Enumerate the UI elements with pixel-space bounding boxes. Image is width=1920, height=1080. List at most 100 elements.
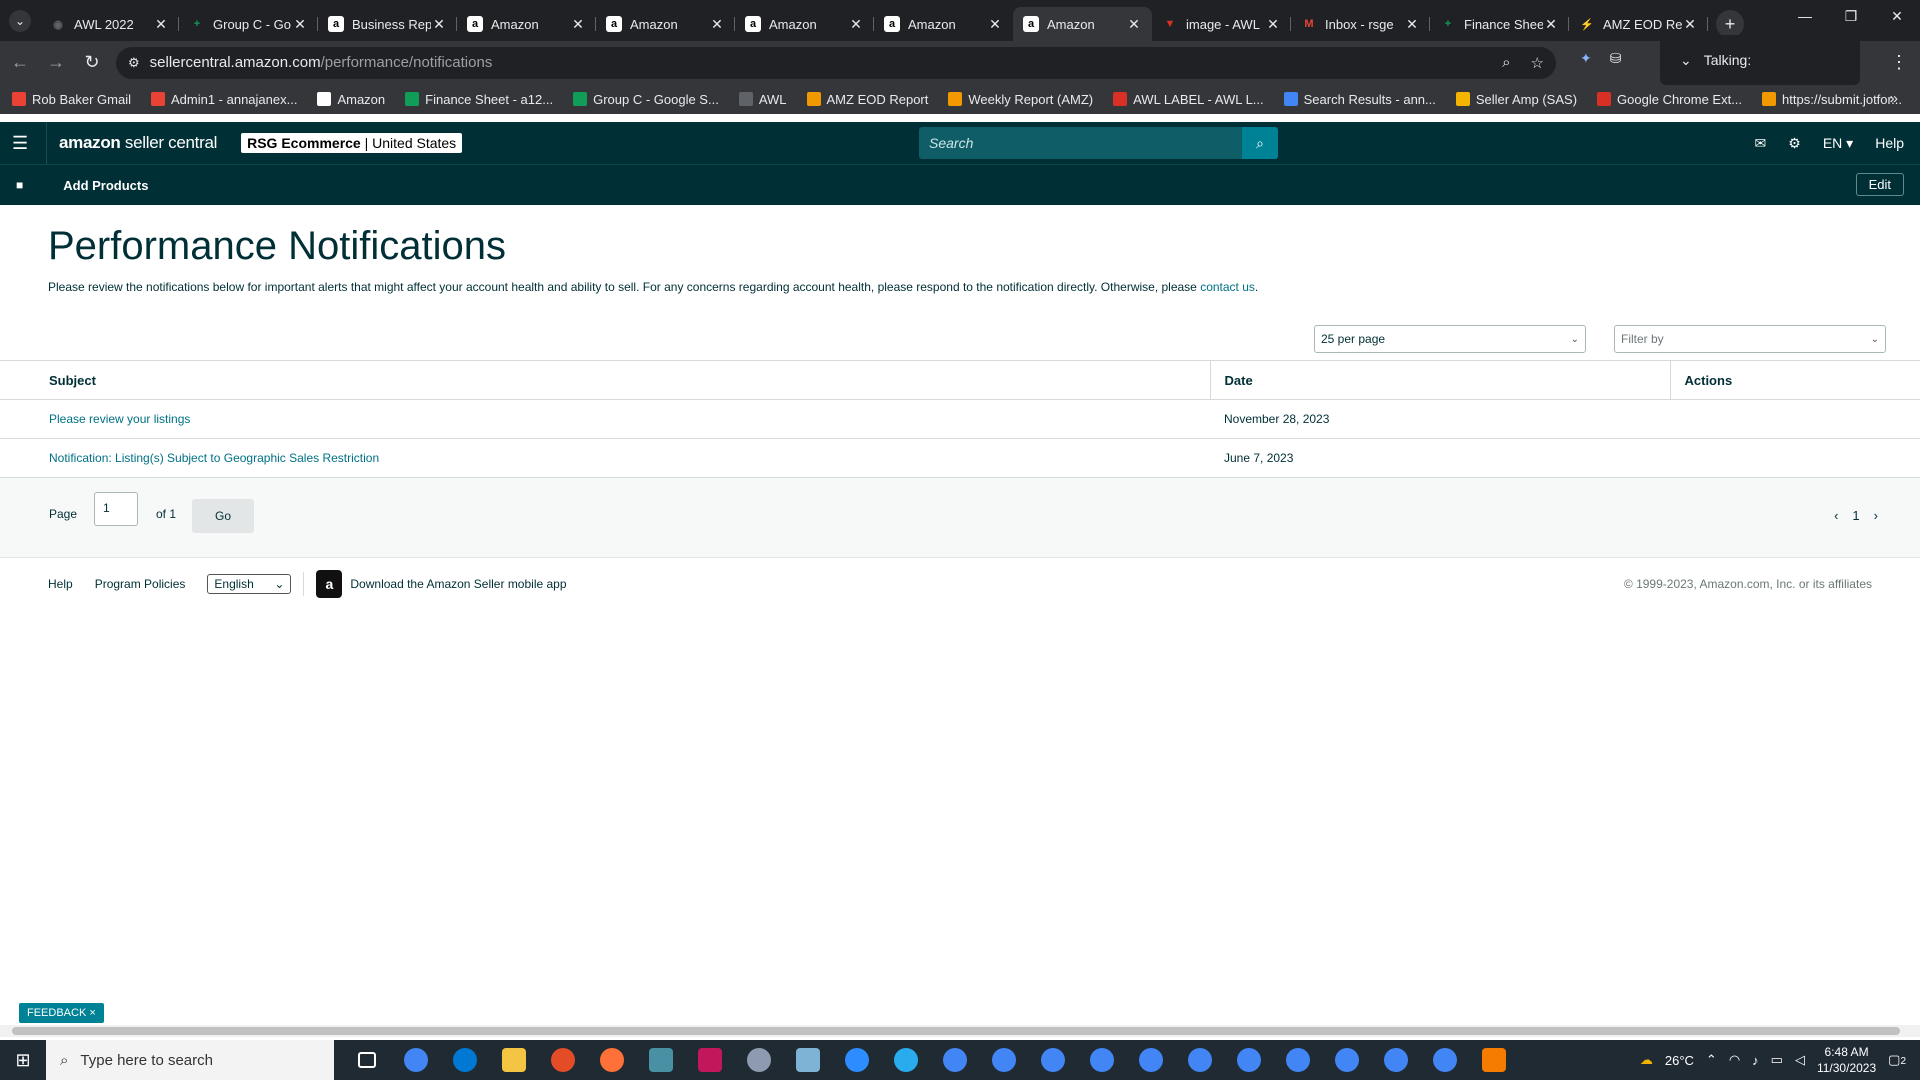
notification-icon[interactable]: ▢2 bbox=[1888, 1052, 1906, 1068]
bookmark-item[interactable]: Weekly Report (AMZ) bbox=[948, 92, 1093, 107]
taskbar-clock[interactable]: 6:48 AM 11/30/2023 bbox=[1817, 1044, 1876, 1076]
bookmark-item[interactable]: Amazon bbox=[317, 92, 385, 107]
tab-close-icon[interactable]: ✕ bbox=[1682, 16, 1698, 33]
gear-icon[interactable]: ⚙ bbox=[1788, 135, 1801, 152]
footer-language-select[interactable]: English ⌄ bbox=[207, 574, 292, 594]
footer-help-link[interactable]: Help bbox=[48, 577, 73, 591]
mail-icon[interactable]: ✉ bbox=[1755, 135, 1767, 152]
windows-start-icon[interactable]: ⊞ bbox=[0, 1040, 46, 1080]
browser-menu-icon[interactable]: ⋮ bbox=[1890, 52, 1908, 73]
weather-temp[interactable]: 26°C bbox=[1665, 1053, 1694, 1068]
bookmark-item[interactable]: Admin1 - annajanex... bbox=[150, 92, 297, 107]
bookmark-item[interactable]: Seller Amp (SAS) bbox=[1455, 92, 1577, 107]
browser-tab[interactable]: a Amazon ✕ bbox=[596, 7, 735, 41]
bookmark-item[interactable]: AMZ EOD Report bbox=[806, 92, 928, 107]
search-input[interactable]: Search bbox=[919, 127, 1242, 159]
chrome-icon[interactable] bbox=[1273, 1040, 1322, 1080]
filter-select[interactable]: Filter by ⌄ bbox=[1614, 325, 1886, 353]
bookmark-item[interactable]: AWL bbox=[738, 92, 787, 107]
reload-icon[interactable]: ↻ bbox=[76, 47, 108, 79]
zoom-icon[interactable]: ⌕ bbox=[1502, 54, 1510, 72]
page-number-input[interactable]: 1 bbox=[94, 492, 138, 526]
store-picker[interactable]: RSG Ecommerce | United States bbox=[241, 133, 463, 153]
browser-tab[interactable]: ◉ AWL 2022 ✕ bbox=[40, 7, 179, 41]
subject-header[interactable]: Subject bbox=[0, 360, 1210, 400]
current-page[interactable]: 1 bbox=[1852, 508, 1859, 523]
feedback-button[interactable]: FEEDBACK × bbox=[19, 1003, 104, 1023]
chrome-icon[interactable] bbox=[979, 1040, 1028, 1080]
tab-close-icon[interactable]: ✕ bbox=[153, 16, 169, 33]
browser-tab[interactable]: M Inbox - rsge ✕ bbox=[1291, 7, 1430, 41]
chrome-icon[interactable] bbox=[1224, 1040, 1273, 1080]
close-window-icon[interactable]: ✕ bbox=[1874, 0, 1920, 32]
help-link[interactable]: Help bbox=[1875, 135, 1904, 151]
browser-tab[interactable]: + Finance Shee ✕ bbox=[1430, 7, 1569, 41]
calculator-icon[interactable] bbox=[636, 1040, 685, 1080]
browser-tab[interactable]: a Business Rep ✕ bbox=[318, 7, 457, 41]
firefox-icon[interactable] bbox=[587, 1040, 636, 1080]
bookmark-item[interactable]: AWL LABEL - AWL L... bbox=[1113, 92, 1264, 107]
forward-icon[interactable]: → bbox=[40, 47, 72, 79]
tab-close-icon[interactable]: ✕ bbox=[292, 16, 308, 33]
mail-icon[interactable] bbox=[440, 1040, 489, 1080]
bookmark-item[interactable]: Search Results - ann... bbox=[1283, 92, 1436, 107]
notepad-icon[interactable] bbox=[783, 1040, 832, 1080]
contact-us-link[interactable]: contact us bbox=[1200, 280, 1255, 294]
download-app-link[interactable]: Download the Amazon Seller mobile app bbox=[350, 577, 566, 591]
horizontal-scrollbar[interactable] bbox=[0, 1025, 1920, 1037]
bookmark-item[interactable]: Google Chrome Ext... bbox=[1597, 92, 1742, 107]
minimize-icon[interactable]: — bbox=[1782, 0, 1828, 32]
tab-close-icon[interactable]: ✕ bbox=[570, 16, 586, 33]
chevron-left-icon[interactable]: ‹ bbox=[1834, 508, 1838, 523]
color-app-icon[interactable] bbox=[538, 1040, 587, 1080]
task-view-icon[interactable] bbox=[342, 1040, 391, 1080]
browser-tab[interactable]: a Amazon ✕ bbox=[457, 7, 596, 41]
browser-tab[interactable]: ▼ image - AWL ✕ bbox=[1152, 7, 1291, 41]
chevron-down-icon[interactable]: ⌄ bbox=[1680, 52, 1692, 69]
tab-close-icon[interactable]: ✕ bbox=[1265, 16, 1281, 33]
file-explorer-icon[interactable] bbox=[489, 1040, 538, 1080]
microphone-icon[interactable]: ♪ bbox=[1752, 1053, 1759, 1068]
bookmark-star-icon[interactable]: ☆ bbox=[1531, 54, 1544, 72]
wps-icon[interactable] bbox=[685, 1040, 734, 1080]
tab-search-button[interactable]: ⌄ bbox=[9, 10, 31, 32]
chrome-icon[interactable] bbox=[930, 1040, 979, 1080]
tab-close-icon[interactable]: ✕ bbox=[709, 16, 725, 33]
battery-icon[interactable]: ▭ bbox=[1771, 1052, 1783, 1068]
extension-off-icon[interactable]: ⛁ bbox=[1610, 50, 1622, 67]
chevron-right-icon[interactable]: › bbox=[1874, 508, 1878, 523]
zoom-icon[interactable] bbox=[832, 1040, 881, 1080]
chrome-icon[interactable] bbox=[1028, 1040, 1077, 1080]
chrome-icon[interactable] bbox=[1420, 1040, 1469, 1080]
edit-button[interactable]: Edit bbox=[1855, 173, 1904, 196]
seller-central-logo[interactable]: amazon seller central bbox=[59, 133, 217, 153]
chrome-icon[interactable] bbox=[1077, 1040, 1126, 1080]
per-page-select[interactable]: 25 per page ⌄ bbox=[1314, 325, 1586, 353]
speaker-icon[interactable]: ◁ bbox=[1795, 1052, 1805, 1068]
site-info-icon[interactable]: ⚙ bbox=[128, 55, 140, 71]
bookmark-item[interactable]: Finance Sheet - a12... bbox=[405, 92, 553, 107]
browser-tab[interactable]: + Group C - Go ✕ bbox=[179, 7, 318, 41]
program-policies-link[interactable]: Program Policies bbox=[95, 577, 186, 591]
notification-link[interactable]: Notification: Listing(s) Subject to Geog… bbox=[49, 451, 379, 465]
telegram-icon[interactable] bbox=[881, 1040, 930, 1080]
tab-close-icon[interactable]: ✕ bbox=[987, 16, 1003, 33]
go-button[interactable]: Go bbox=[192, 499, 254, 533]
chevron-up-icon[interactable]: ⌃ bbox=[1706, 1052, 1717, 1068]
tab-close-icon[interactable]: ✕ bbox=[848, 16, 864, 33]
paint-icon[interactable] bbox=[734, 1040, 783, 1080]
r-app-icon[interactable] bbox=[1469, 1040, 1518, 1080]
chrome-icon[interactable] bbox=[1126, 1040, 1175, 1080]
search-icon[interactable]: ⌕ bbox=[1242, 127, 1278, 159]
restore-icon[interactable]: ❐ bbox=[1828, 0, 1874, 32]
language-selector[interactable]: EN ▾ bbox=[1823, 135, 1853, 152]
tab-close-icon[interactable]: ✕ bbox=[1404, 16, 1420, 33]
bookmark-item[interactable]: https://submit.jotfor... bbox=[1762, 92, 1902, 107]
chrome-icon[interactable] bbox=[1371, 1040, 1420, 1080]
tab-close-icon[interactable]: ✕ bbox=[1543, 16, 1559, 33]
bookmark-item[interactable]: Group C - Google S... bbox=[573, 92, 719, 107]
browser-tab[interactable]: a Amazon ✕ bbox=[1013, 7, 1152, 41]
address-bar[interactable]: ⚙ sellercentral.amazon.com/performance/n… bbox=[116, 46, 1556, 79]
weather-icon[interactable]: ☁ bbox=[1640, 1052, 1653, 1068]
back-icon[interactable]: ← bbox=[4, 47, 36, 79]
